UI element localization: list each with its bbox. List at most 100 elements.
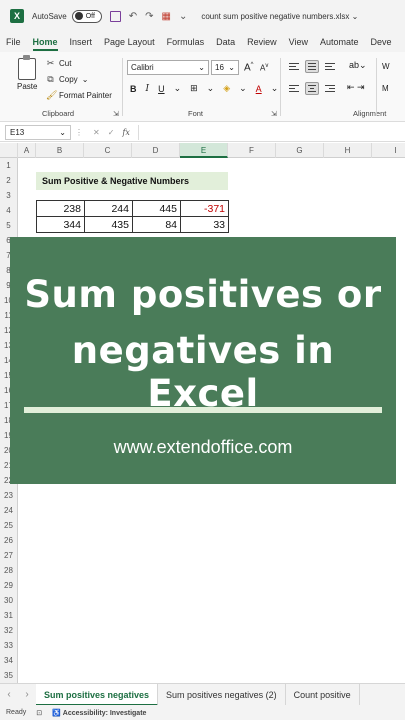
column-header-i[interactable]: I xyxy=(372,143,405,158)
column-header-e[interactable]: E xyxy=(180,143,228,158)
row-header[interactable]: 30 xyxy=(0,593,18,608)
bold-button[interactable]: B xyxy=(130,84,137,94)
document-title[interactable]: count sum positive negative numbers.xlsx… xyxy=(201,12,358,21)
align-center-button[interactable] xyxy=(305,82,319,95)
font-name-select[interactable]: Calibri ⌄ xyxy=(127,60,209,75)
row-header[interactable]: 27 xyxy=(0,548,18,563)
row-header[interactable]: 35 xyxy=(0,668,18,683)
row-header[interactable]: 32 xyxy=(0,623,18,638)
align-bottom-button[interactable] xyxy=(323,60,337,73)
row-header[interactable]: 4 xyxy=(0,203,18,218)
table-cell[interactable]: 33 xyxy=(180,216,229,233)
merge-center-button[interactable]: M xyxy=(382,84,389,93)
row-header[interactable]: 26 xyxy=(0,533,18,548)
dialog-launcher-icon[interactable]: ⇲ xyxy=(113,110,119,118)
column-header-a[interactable]: A xyxy=(18,143,36,158)
row-header[interactable]: 29 xyxy=(0,578,18,593)
chevron-down-icon[interactable]: ⌄ xyxy=(271,83,279,94)
column-header-d[interactable]: D xyxy=(132,143,180,158)
formula-input[interactable] xyxy=(137,124,405,140)
tab-view[interactable]: View xyxy=(283,32,314,52)
row-header[interactable]: 24 xyxy=(0,503,18,518)
copy-button[interactable]: ⧉ Copy ⌄ xyxy=(46,74,88,85)
table-cell[interactable]: -371 xyxy=(180,200,229,217)
borders-icon[interactable]: ⊞ xyxy=(190,83,198,94)
fill-color-icon[interactable]: ◈ xyxy=(223,83,230,94)
row-header[interactable]: 23 xyxy=(0,488,18,503)
align-right-button[interactable] xyxy=(323,82,337,95)
customize-qat-icon[interactable]: ⌄ xyxy=(179,11,187,22)
tab-developer[interactable]: Deve xyxy=(365,32,398,52)
accessibility-status[interactable]: ♿ Accessibility: Investigate xyxy=(52,709,146,717)
row-header[interactable]: 5 xyxy=(0,218,18,233)
cut-button[interactable]: ✂ Cut xyxy=(46,58,72,69)
sheet-title-cell[interactable]: Sum Positive & Negative Numbers xyxy=(36,172,228,190)
row-header[interactable]: 28 xyxy=(0,563,18,578)
italic-button[interactable]: I xyxy=(146,84,150,94)
table-cell[interactable]: 238 xyxy=(36,200,85,217)
row-header[interactable]: 31 xyxy=(0,608,18,623)
row-header[interactable]: 34 xyxy=(0,653,18,668)
tab-file[interactable]: File xyxy=(0,32,27,52)
decrease-font-icon[interactable]: Av xyxy=(260,63,268,73)
previous-sheet-icon[interactable]: ‹ xyxy=(0,689,18,700)
more-options-icon: ⋮ xyxy=(75,127,83,137)
cancel-icon[interactable]: ✕ xyxy=(93,128,100,137)
autosave-toggle[interactable]: Off xyxy=(71,9,102,23)
tab-home[interactable]: Home xyxy=(27,32,64,52)
font-color-icon[interactable]: A xyxy=(256,84,262,94)
table-cell[interactable]: 435 xyxy=(84,216,133,233)
tab-page-layout[interactable]: Page Layout xyxy=(98,32,161,52)
chevron-down-icon[interactable]: ⌄ xyxy=(239,83,247,94)
redo-icon[interactable]: ↷ xyxy=(145,11,153,22)
tab-data[interactable]: Data xyxy=(210,32,241,52)
orientation-icon[interactable]: ab⌄ xyxy=(349,60,367,73)
paste-icon[interactable] xyxy=(18,55,36,80)
row-header[interactable]: 1 xyxy=(0,158,18,173)
insert-function-button[interactable]: fx xyxy=(122,128,129,137)
select-all-corner[interactable] xyxy=(0,143,18,158)
indent-icon[interactable]: ⇤ ⇥ xyxy=(347,82,365,95)
tab-insert[interactable]: Insert xyxy=(64,32,99,52)
table-cell[interactable]: 244 xyxy=(84,200,133,217)
row-header[interactable]: 2 xyxy=(0,173,18,188)
next-sheet-icon[interactable]: › xyxy=(18,689,36,700)
borders-icon[interactable]: ▦ xyxy=(161,11,170,22)
tab-formulas[interactable]: Formulas xyxy=(161,32,211,52)
align-left-button[interactable] xyxy=(287,82,301,95)
name-box[interactable]: E13 ⌄ xyxy=(5,124,71,140)
underline-button[interactable]: U xyxy=(158,84,165,94)
sheet-tab-count-positive[interactable]: Count positive xyxy=(286,683,360,706)
tab-automate[interactable]: Automate xyxy=(314,32,365,52)
column-header-b[interactable]: B xyxy=(36,143,84,158)
chevron-down-icon[interactable]: ⌄ xyxy=(174,83,182,94)
format-painter-button[interactable]: 🖌 Format Painter xyxy=(46,90,112,101)
table-cell[interactable]: 445 xyxy=(132,200,181,217)
column-header-f[interactable]: F xyxy=(228,143,276,158)
tab-review[interactable]: Review xyxy=(241,32,283,52)
column-header-h[interactable]: H xyxy=(324,143,372,158)
row-header[interactable]: 3 xyxy=(0,188,18,203)
row-header[interactable]: 25 xyxy=(0,518,18,533)
increase-font-icon[interactable]: A^ xyxy=(244,62,254,73)
sheet-tab-sum-positives-negatives[interactable]: Sum positives negatives xyxy=(36,683,159,706)
undo-icon[interactable]: ↶ xyxy=(129,11,137,22)
formula-bar: E13 ⌄ ⋮ ✕ ✓ fx xyxy=(0,123,405,142)
row-header[interactable]: 33 xyxy=(0,638,18,653)
wrap-text-button[interactable]: W xyxy=(382,62,390,71)
column-header-c[interactable]: C xyxy=(84,143,132,158)
align-middle-button[interactable] xyxy=(305,60,319,73)
font-size-select[interactable]: 16 ⌄ xyxy=(211,60,239,75)
align-top-button[interactable] xyxy=(287,60,301,73)
column-header-g[interactable]: G xyxy=(276,143,324,158)
table-cell[interactable]: 84 xyxy=(132,216,181,233)
chevron-down-icon[interactable]: ⌄ xyxy=(207,83,215,94)
confirm-icon[interactable]: ✓ xyxy=(108,128,115,137)
paste-button[interactable]: Paste xyxy=(17,82,37,91)
dialog-launcher-icon[interactable]: ⇲ xyxy=(271,110,277,118)
sheet-tab-sum-positives-negatives-2[interactable]: Sum positives negatives (2) xyxy=(158,683,286,706)
macro-recorder-icon[interactable]: ⊡ xyxy=(36,709,42,717)
table-cell[interactable]: 344 xyxy=(36,216,85,233)
toggle-knob xyxy=(74,12,83,20)
save-icon[interactable] xyxy=(109,10,121,22)
